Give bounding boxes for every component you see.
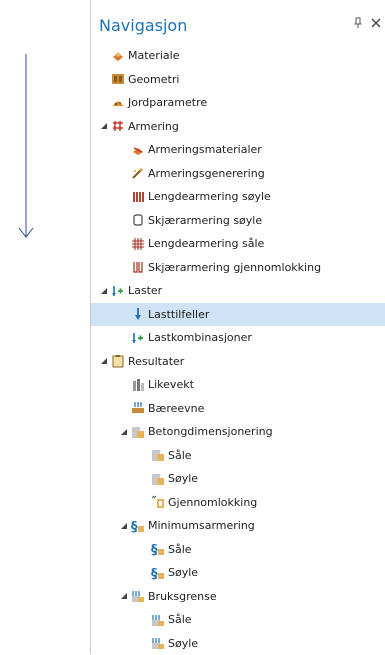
tree-item-lasttilfeller[interactable]: Lasttilfeller [91, 303, 385, 327]
expanded-caret-icon[interactable] [120, 428, 128, 436]
minimum-reinforcement-icon: § [131, 519, 145, 533]
tree-item-skjaerarmering-soyle[interactable]: Skjærarmering søyle [91, 209, 385, 233]
concrete-design-icon [131, 425, 145, 439]
tree-item-label: Betongdimensjonering [148, 425, 273, 438]
concrete-footing-icon [151, 448, 165, 462]
punching-rebar-icon [131, 260, 145, 274]
tree-item-label: Geometri [128, 73, 179, 86]
tree-item-lastkombinasjoner[interactable]: Lastkombinasjoner [91, 326, 385, 350]
clipboard-icon [111, 354, 125, 368]
equilibrium-icon [131, 378, 145, 392]
expanded-caret-icon[interactable] [100, 357, 108, 365]
tree-item-bruksgrense-sale[interactable]: Såle [91, 608, 385, 632]
tree-item-resultater[interactable]: Resultater [91, 350, 385, 374]
svg-text:§: § [131, 520, 138, 533]
tree-item-minimum-soyle[interactable]: § Søyle [91, 561, 385, 585]
tree-item-bruksgrense[interactable]: Bruksgrense [91, 585, 385, 609]
tree-item-betong-gjennomlokking[interactable]: Gjennomlokking [91, 491, 385, 515]
tree-item-label: Materiale [128, 49, 179, 62]
tree-item-label: Såle [168, 613, 192, 626]
tree-item-label: Såle [168, 449, 192, 462]
grid-rebar-icon [131, 237, 145, 251]
concrete-column-icon [151, 472, 165, 486]
down-arrow-icon [0, 0, 60, 260]
tree-item-label: Lengdearmering søyle [148, 190, 271, 203]
tree-item-label: Bæreevne [148, 402, 204, 415]
soil-icon [111, 96, 125, 110]
load-arrow-icon [131, 307, 145, 321]
tree-item-label: Bruksgrense [148, 590, 217, 603]
tree-item-lengdearmering-soyle[interactable]: Lengdearmering søyle [91, 185, 385, 209]
punching-icon [151, 495, 165, 509]
tree-item-laster[interactable]: Laster [91, 279, 385, 303]
tree-item-materiale[interactable]: Materiale [91, 44, 385, 68]
tree-item-label: Likevekt [148, 378, 194, 391]
expanded-caret-icon[interactable] [120, 592, 128, 600]
tree-item-minimum-sale[interactable]: § Såle [91, 538, 385, 562]
tree-item-label: Minimumsarmering [148, 519, 255, 532]
expanded-caret-icon[interactable] [100, 122, 108, 130]
tree-item-label: Lengdearmering såle [148, 237, 264, 250]
loads-icon [111, 284, 125, 298]
material-icon [111, 49, 125, 63]
expanded-caret-icon[interactable] [120, 522, 128, 530]
pin-icon[interactable] [351, 16, 365, 30]
tree-item-baereevne[interactable]: Bæreevne [91, 397, 385, 421]
tree-item-label: Laster [128, 284, 162, 297]
svg-text:§: § [151, 567, 158, 580]
reinforcement-icon [111, 119, 125, 133]
tree-item-armeringsgenerering[interactable]: Armeringsgenerering [91, 162, 385, 186]
column-rebar-icon [131, 190, 145, 204]
panel-header: Navigasjon [91, 0, 385, 44]
tree-item-label: Lasttilfeller [148, 308, 209, 321]
tree-item-betong-soyle[interactable]: Søyle [91, 467, 385, 491]
tree-item-bruksgrense-soyle[interactable]: Søyle [91, 632, 385, 655]
navigation-tree: Materiale Geometri Jordparametre Armerin… [91, 44, 385, 655]
tree-item-label: Gjennomlokking [168, 496, 257, 509]
tree-item-skjaerarmering-gjennomlokking[interactable]: Skjærarmering gjennomlokking [91, 256, 385, 280]
serviceability-footing-icon [151, 613, 165, 627]
serviceability-column-icon [151, 636, 165, 650]
close-icon[interactable] [369, 16, 383, 30]
reinforcement-material-icon [131, 143, 145, 157]
tree-item-label: Såle [168, 543, 192, 556]
navigation-panel: Navigasjon Materiale Geometri [90, 0, 385, 654]
tree-item-lengdearmering-sale[interactable]: Lengdearmering såle [91, 232, 385, 256]
tree-item-label: Skjærarmering søyle [148, 214, 262, 227]
tree-item-label: Armeringsmaterialer [148, 143, 262, 156]
tree-item-label: Lastkombinasjoner [148, 331, 252, 344]
tree-item-label: Armeringsgenerering [148, 167, 265, 180]
tree-item-armering[interactable]: Armering [91, 115, 385, 139]
tree-item-geometri[interactable]: Geometri [91, 68, 385, 92]
tree-item-minimumsarmering[interactable]: § Minimumsarmering [91, 514, 385, 538]
tree-item-label: Søyle [168, 566, 198, 579]
tree-item-betong-sale[interactable]: Såle [91, 444, 385, 468]
tree-item-label: Søyle [168, 637, 198, 650]
tree-item-likevekt[interactable]: Likevekt [91, 373, 385, 397]
expanded-caret-icon[interactable] [100, 287, 108, 295]
load-combination-icon [131, 331, 145, 345]
minimum-footing-icon: § [151, 542, 165, 556]
tree-item-armeringsmaterialer[interactable]: Armeringsmaterialer [91, 138, 385, 162]
stirrup-icon [131, 213, 145, 227]
tree-item-label: Resultater [128, 355, 184, 368]
minimum-column-icon: § [151, 566, 165, 580]
tree-item-label: Armering [128, 120, 179, 133]
tree-item-label: Skjærarmering gjennomlokking [148, 261, 321, 274]
svg-text:§: § [151, 543, 158, 556]
panel-title: Navigasjon [99, 16, 187, 35]
tree-item-jordparametre[interactable]: Jordparametre [91, 91, 385, 115]
bearing-capacity-icon [131, 401, 145, 415]
tree-item-betongdimensjonering[interactable]: Betongdimensjonering [91, 420, 385, 444]
tree-item-label: Jordparametre [128, 96, 207, 109]
geometry-icon [111, 72, 125, 86]
tree-item-label: Søyle [168, 472, 198, 485]
wand-icon [131, 166, 145, 180]
serviceability-icon [131, 589, 145, 603]
